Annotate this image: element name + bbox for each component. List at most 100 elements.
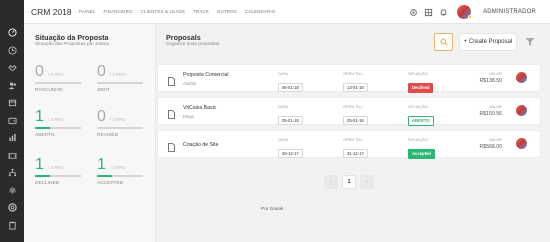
stats-subtitle: Situação das Propostas por Status [35,41,109,47]
tree-icon[interactable] [0,164,24,182]
user-name[interactable]: ADMINISTRADOR [483,9,536,15]
stat-value: 1 [35,108,44,125]
proposal-title[interactable]: VitCaixa Basic [183,105,216,111]
stat-rascunho[interactable]: 0/ 3 PRO RASCUNHO [35,64,93,93]
stat-aberto[interactable]: 1/ 3 PRO ABERTO [35,109,93,138]
proposal-open-till: OPEN TILL 31-12-17 [343,137,368,160]
stat-of: / 3 PRO [109,165,126,170]
proposal-status: SITUAÇÃO Declined [408,71,434,94]
pagination-page-1[interactable]: 1 [342,175,356,189]
stat-label: REVISED [97,132,119,138]
lifebuoy-icon[interactable] [0,199,24,217]
proposal-status: SITUAÇÃO ABERTO [408,104,434,127]
notification-bell-icon[interactable] [436,0,451,24]
proposal-title[interactable]: Criação de Site [183,142,218,148]
proposal-date: DATA 05-01-18 [278,104,303,127]
users-icon[interactable] [0,77,24,95]
stat-declined[interactable]: 1/ 3 PRO DECLINED [35,157,93,186]
stat-progress-bar [97,175,143,177]
nav-painel[interactable]: PAINEL [79,9,96,14]
stat-of: / 3 PRO [109,117,126,122]
sidebar-logo [0,0,24,24]
proposal-title[interactable]: Proposta Comercial [183,72,229,78]
pagination-next-button[interactable]: › [360,175,374,189]
proposals-subtitle: Organize suas propostas [166,41,220,47]
proposal-author: Diego [183,113,194,119]
stat-progress-bar [35,127,81,129]
proposal-card[interactable]: Proposta Comercial Andrey DATA 06-01-18 … [157,64,541,94]
document-icon [168,139,175,157]
stat-label: RASCUNHO [35,87,63,93]
status-badge: Accepted [408,148,435,159]
search-icon [440,38,448,46]
header-actions: ADMINISTRADOR [406,0,550,24]
stat-label: SENT [97,87,110,93]
online-status-dot [468,15,473,19]
nav-clientes-leads[interactable]: CLIENTES & LEADS [141,9,185,14]
user-avatar[interactable] [453,0,475,24]
stat-sent[interactable]: 0/ 3 PRO SENT [97,64,155,93]
proposal-status: SITUAÇÃO Accepted [408,137,435,160]
filter-icon[interactable] [522,33,538,51]
box-icon[interactable] [0,94,24,112]
grid-apps-icon[interactable] [421,0,436,24]
stat-progress-bar [97,127,143,129]
footer-credit: Por Dasak [261,207,284,212]
create-proposal-button[interactable]: + Create Proposal [459,33,517,51]
proposal-date: DATA 30-12-17 [278,137,303,160]
proposal-value: VALOR R$138.50 [479,71,503,84]
left-sidebar [0,0,24,242]
proposal-open-till: OPEN TILL 13-01-18 [343,71,368,94]
clipboard-icon[interactable] [0,217,24,235]
proposal-author: Andrey [183,80,197,86]
search-button[interactable] [434,33,453,51]
proposal-date: DATA 06-01-18 [278,71,303,94]
clock-icon[interactable] [0,42,24,60]
handshake-icon[interactable] [0,59,24,77]
stat-of: / 3 PRO [109,72,126,77]
dashboard-icon[interactable] [0,24,24,42]
proposal-value: VALOR R$568.00 [479,137,503,150]
top-navigation: PAINEL FINANCEIRO CLIENTES & LEADS TRACK… [79,9,283,14]
proposal-status-panel: Situação da Proposta Situação das Propos… [24,24,156,242]
stat-revised[interactable]: 0/ 3 PRO REVISED [97,109,155,138]
assignee-avatar[interactable] [516,72,527,83]
app-brand[interactable]: CRM 2018 [31,7,79,17]
stat-value: 1 [97,156,106,173]
stat-progress-bar [97,82,143,84]
nav-calendario[interactable]: CALENDÁRIO [245,9,276,14]
stat-label: ABERTO [35,132,55,138]
status-badge: Declined [408,82,434,93]
proposals-main: Proposals Organize suas propostas + Crea… [157,24,550,242]
proposal-value: VALOR R$159.56 [479,104,503,117]
ticket-icon[interactable] [0,147,24,165]
nav-outros[interactable]: OUTROS [217,9,237,14]
document-icon [168,73,175,91]
fingerprint-icon[interactable] [0,182,24,200]
stat-value: 0 [35,63,44,80]
stat-accepted[interactable]: 1/ 3 PRO ACCEPTED [97,157,155,186]
stat-label: DECLINED [35,180,60,186]
stat-of: / 3 PRO [47,165,64,170]
document-icon [168,106,175,124]
proposal-card[interactable]: VitCaixa Basic Diego DATA 05-01-18 OPEN … [157,97,541,127]
assignee-avatar[interactable] [516,138,527,149]
nav-financeiro[interactable]: FINANCEIRO [104,9,133,14]
proposal-card[interactable]: Criação de Site DATA 30-12-17 OPEN TILL … [157,130,541,160]
assignee-avatar[interactable] [516,105,527,116]
stat-value: 0 [97,108,106,125]
stat-of: / 3 PRO [47,117,64,122]
stat-progress-bar [35,175,81,177]
stat-value: 0 [97,63,106,80]
stat-progress-bar [35,82,81,84]
proposal-open-till: OPEN TILL 05-01-18 [343,104,368,127]
status-badge: ABERTO [408,115,434,126]
stat-value: 1 [35,156,44,173]
stat-label: ACCEPTED [97,180,124,186]
wallet-icon[interactable] [0,112,24,130]
pagination-prev-button[interactable]: ‹ [324,175,338,189]
chart-icon[interactable] [0,129,24,147]
settings-icon[interactable] [406,0,421,24]
nav-track[interactable]: TRACK [193,9,209,14]
top-header: CRM 2018 PAINEL FINANCEIRO CLIENTES & LE… [24,0,550,24]
